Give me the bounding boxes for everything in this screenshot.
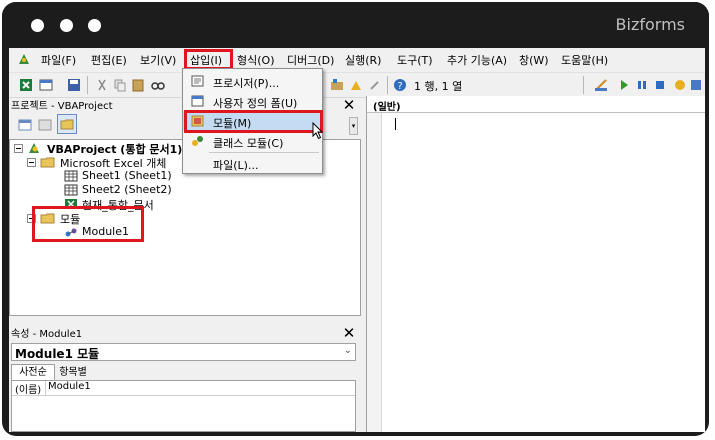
grid-divider — [45, 381, 46, 395]
insert-menu-highlight — [184, 49, 233, 70]
design-mode-hand-icon[interactable] — [673, 78, 687, 92]
view-object-icon[interactable] — [38, 118, 52, 132]
collapse-icon[interactable] — [14, 144, 23, 153]
userform-icon — [191, 95, 204, 107]
class-module-icon — [192, 136, 203, 146]
folder-icon — [60, 119, 74, 130]
menu-userform[interactable]: 사용자 정의 폼(U) — [183, 91, 322, 111]
paste-icon[interactable] — [131, 78, 145, 92]
window-dot[interactable] — [60, 19, 73, 32]
folder-open-icon — [40, 157, 55, 168]
view-code-icon[interactable] — [18, 118, 32, 132]
vba-project-icon — [29, 143, 39, 153]
excel-icon[interactable] — [19, 78, 33, 92]
title-bar: Bizforms — [2, 2, 709, 48]
menu-file-import[interactable]: 파일(L)... — [183, 153, 322, 173]
svg-text:?: ? — [397, 81, 402, 92]
find-icon[interactable] — [151, 78, 165, 92]
tree-sheet1[interactable]: Sheet1 (Sheet1) — [82, 169, 172, 182]
save-icon[interactable] — [67, 78, 81, 92]
menu-addins[interactable]: 추가 기능(A) — [447, 52, 507, 68]
object-browser-icon[interactable] — [330, 78, 344, 92]
properties-grid: (이름) Module1 — [11, 380, 356, 432]
help-icon[interactable]: ? — [393, 78, 407, 92]
insert-form-icon[interactable] — [39, 78, 53, 92]
menu-help[interactable]: 도움말(H) — [561, 52, 608, 68]
procedure-icon — [191, 75, 204, 87]
property-name: (이름) — [15, 385, 42, 396]
window-frame: Bizforms 파일(F) 편집(E) 보기(V) 삽입(I) 형식(O) 디… — [2, 2, 709, 436]
toolbox-icon[interactable] — [349, 78, 363, 92]
code-divider — [367, 112, 705, 113]
design-mode-icon[interactable] — [594, 78, 608, 92]
collapse-icon[interactable] — [27, 158, 36, 167]
properties-panel-title: 속성 - Module1 — [11, 329, 83, 340]
insert-dropdown: 프로시저(P)... 사용자 정의 폼(U) 모듈(M) 클래스 모듈(C) 파… — [182, 68, 323, 174]
properties-panel: 속성 - Module1 ✕ Module1 모듈 ⌄ 사전순 항목별 (이름)… — [9, 320, 359, 432]
code-window[interactable]: (일반) — [366, 96, 705, 432]
menu-edit[interactable]: 편집(E) — [91, 52, 127, 68]
text-cursor — [395, 118, 396, 130]
tab-alphabetic[interactable]: 사전순 — [11, 364, 55, 381]
toolbar: ? 1 행, 1 열 — [9, 72, 705, 98]
toggle-folders-button[interactable] — [57, 114, 77, 134]
menu-tools[interactable]: 도구(T) — [397, 52, 433, 68]
menu-view[interactable]: 보기(V) — [140, 52, 176, 68]
module-item-highlight — [184, 110, 323, 133]
chevron-down-icon[interactable]: ⌄ — [344, 345, 352, 356]
menu-window[interactable]: 창(W) — [519, 52, 549, 68]
object-selector[interactable]: Module1 모듈 ⌄ — [11, 343, 356, 361]
menu-class-module[interactable]: 클래스 모듈(C) — [183, 131, 322, 151]
code-margin — [367, 113, 382, 432]
cursor-position: 1 행, 1 열 — [414, 80, 463, 93]
run-icon[interactable] — [617, 78, 631, 92]
cut-icon[interactable] — [95, 78, 109, 92]
toolbar-separator — [387, 76, 388, 94]
reset-icon[interactable] — [653, 78, 667, 92]
project-explorer-icon[interactable] — [689, 78, 703, 92]
menu-file[interactable]: 파일(F) — [41, 52, 76, 68]
modules-highlight — [32, 206, 144, 242]
menu-debug[interactable]: 디버그(D) — [287, 52, 334, 68]
break-icon[interactable] — [635, 78, 649, 92]
menu-format[interactable]: 형식(O) — [237, 52, 274, 68]
object-combo[interactable]: (일반) — [373, 98, 693, 113]
menu-run[interactable]: 실행(R) — [345, 52, 381, 68]
toolbar-separator — [583, 76, 584, 94]
menu-procedure[interactable]: 프로시저(P)... — [183, 71, 322, 91]
brand-logo: Bizforms — [615, 15, 685, 34]
window-dot[interactable] — [31, 19, 44, 32]
property-value[interactable]: Module1 — [48, 381, 91, 392]
project-panel-close-icon[interactable]: ✕ — [342, 98, 356, 113]
sheet-icon — [64, 170, 78, 182]
scroll-arrow-icon[interactable]: ▾ — [349, 117, 358, 135]
vba-app-icon — [19, 54, 29, 64]
menu-bar: 파일(F) 편집(E) 보기(V) 삽입(I) 형식(O) 디버그(D) 실행(… — [9, 48, 705, 70]
window-dot[interactable] — [88, 19, 101, 32]
project-panel-title: 프로젝트 - VBAProject — [11, 101, 113, 112]
sheet-icon — [64, 184, 78, 196]
mouse-cursor-icon — [312, 122, 324, 140]
vba-editor: 파일(F) 편집(E) 보기(V) 삽입(I) 형식(O) 디버그(D) 실행(… — [9, 48, 705, 432]
object-selector-value: Module1 모듈 — [15, 347, 100, 361]
tab-categorized[interactable]: 항목별 — [54, 365, 92, 380]
tools-icon[interactable] — [368, 78, 382, 92]
property-row[interactable]: (이름) Module1 — [12, 381, 355, 396]
tree-sheet2[interactable]: Sheet2 (Sheet2) — [82, 183, 172, 196]
properties-panel-close-icon[interactable]: ✕ — [342, 326, 356, 341]
copy-icon[interactable] — [113, 78, 127, 92]
toolbar-separator — [87, 76, 88, 94]
